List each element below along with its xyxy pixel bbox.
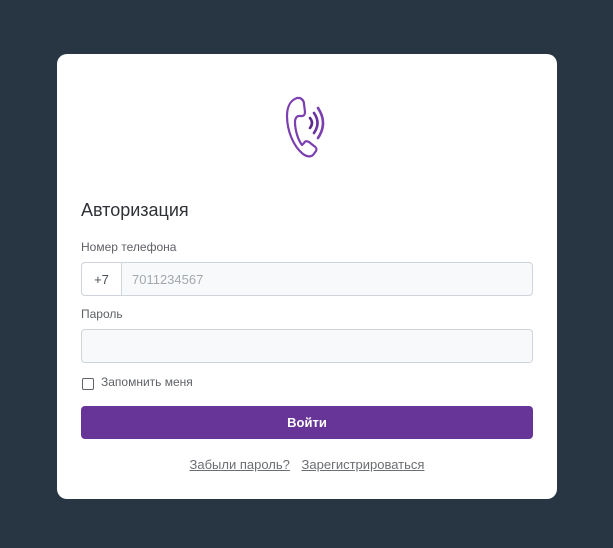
auth-links: Забыли пароль? Зарегистрироваться <box>57 457 557 472</box>
page-title: Авторизация <box>81 200 189 220</box>
phone-input-group: +7 <box>81 262 533 296</box>
register-link[interactable]: Зарегистрироваться <box>302 457 425 472</box>
phone-prefix: +7 <box>81 262 121 296</box>
remember-checkbox[interactable] <box>82 378 94 390</box>
login-button[interactable]: Войти <box>81 406 533 439</box>
password-input[interactable] <box>81 329 533 363</box>
login-card: Авторизация Номер телефона +7 Пароль Зап… <box>57 54 557 499</box>
remember-label: Запомнить меня <box>101 375 193 389</box>
forgot-password-link[interactable]: Забыли пароль? <box>190 457 290 472</box>
remember-me[interactable]: Запомнить меня <box>81 375 193 390</box>
phone-signal-icon <box>285 96 325 158</box>
phone-label: Номер телефона <box>81 240 177 254</box>
password-label: Пароль <box>81 307 123 321</box>
phone-input[interactable] <box>121 262 533 296</box>
